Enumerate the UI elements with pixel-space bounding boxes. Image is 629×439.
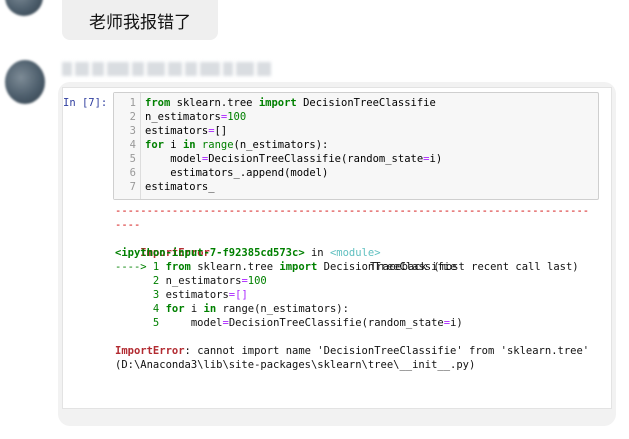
code-token: n_estimators	[145, 111, 221, 123]
traceback-line: 5 model=DecisionTreeClassifie(random_sta…	[115, 316, 463, 330]
code-token: from	[145, 97, 171, 109]
traceback-line: 4 for i in range(n_estimators):	[115, 302, 349, 316]
code-token: n_estimators	[165, 275, 242, 287]
traceback-line-prefix: 5	[115, 317, 166, 329]
line-number: 5	[129, 153, 136, 165]
code-token: DecisionTreeClassifie	[296, 97, 436, 109]
code-token: sklearn.tree	[170, 97, 259, 109]
code-token: range(n_estimators):	[216, 303, 349, 315]
code-token: []	[235, 289, 248, 301]
final-error-name: ImportError	[115, 345, 185, 357]
module-ref: <module>	[329, 247, 381, 259]
avatar[interactable]	[5, 0, 43, 16]
code-token: estimators_	[145, 181, 215, 193]
line-number: 1	[129, 97, 136, 109]
traceback-line-prefix: ----> 1	[115, 261, 166, 273]
code-text: estimators_.append(model)	[145, 166, 328, 180]
code-token: for	[145, 139, 164, 151]
input-prompt: In [7]:	[63, 97, 108, 109]
traceback-separator-cont: ----	[115, 219, 141, 231]
code-token: model	[165, 317, 223, 329]
chat-message-bubble: 老师我报错了	[62, 0, 218, 40]
code-text: model=DecisionTreeClassifie(random_state…	[145, 152, 442, 166]
code-token: i	[184, 303, 204, 315]
notebook-screenshot[interactable]: In [7]: 1 from sklearn.tree import Decisi…	[62, 87, 612, 409]
code-token: (n_estimators):	[233, 139, 329, 151]
code-token: for	[165, 303, 185, 315]
line-number: 2	[129, 111, 136, 123]
traceback-line: 2 n_estimators=100	[115, 274, 267, 288]
code-token: DecisionTreeClassifie(random_state	[228, 317, 444, 329]
code-token: estimators_.append(model)	[145, 167, 329, 179]
code-token: range	[201, 139, 234, 151]
code-token: in	[182, 139, 196, 151]
traceback-location: <ipython-input-7-f92385cd573c> in <modul…	[115, 246, 381, 260]
line-number: 6	[129, 167, 136, 179]
code-token: import	[258, 97, 297, 109]
traceback-line: 3 estimators=[]	[115, 288, 248, 302]
traceback-line: ----> 1 from sklearn.tree import Decisio…	[115, 260, 456, 274]
line-number: 4	[129, 139, 136, 151]
code-text: from sklearn.tree import DecisionTreeCla…	[145, 96, 436, 110]
code-token: i)	[429, 153, 443, 165]
code-token: estimators	[165, 289, 229, 301]
final-error-message: : cannot import name 'DecisionTreeClassi…	[184, 345, 590, 357]
sender-nickname-blurred	[62, 62, 271, 78]
code-token: import	[279, 261, 318, 273]
code-text: n_estimators=100	[145, 110, 246, 124]
ipython-input-ref: <ipython-input-7-f92385cd573c>	[115, 247, 305, 259]
code-token: estimators	[145, 125, 209, 137]
traceback-line-prefix: 2	[115, 275, 166, 287]
code-token: sklearn.tree	[190, 261, 280, 273]
code-token: in	[203, 303, 217, 315]
in-word: in	[304, 247, 330, 259]
traceback-line-prefix: 4	[115, 303, 166, 315]
code-token: 100	[227, 111, 247, 123]
code-token: []	[214, 125, 228, 137]
final-error-line: ImportError: cannot import name 'Decisio…	[115, 344, 589, 358]
traceback-line-prefix: 3	[115, 289, 166, 301]
code-token: i	[163, 139, 183, 151]
code-cell[interactable]: 1 from sklearn.tree import DecisionTreeCl…	[113, 92, 599, 200]
code-token: DecisionTreeClassifie(random_state	[208, 153, 424, 165]
line-number: 7	[129, 181, 136, 193]
code-token: 100	[247, 275, 267, 287]
code-token: from	[165, 261, 191, 273]
avatar[interactable]	[5, 60, 45, 104]
chat-message-text: 老师我报错了	[89, 12, 191, 33]
code-token: DecisionTreeClassifie	[317, 261, 457, 273]
code-text: for i in range(n_estimators):	[145, 138, 328, 152]
final-error-path: (D:\Anaconda3\lib\site-packages\sklearn\…	[115, 359, 476, 371]
line-number: 3	[129, 125, 136, 137]
code-text: estimators=[]	[145, 124, 227, 138]
code-text: estimators_	[145, 180, 215, 194]
code-token: i)	[450, 317, 463, 329]
code-token: model	[145, 153, 202, 165]
traceback-separator: ----------------------------------------…	[115, 205, 590, 217]
